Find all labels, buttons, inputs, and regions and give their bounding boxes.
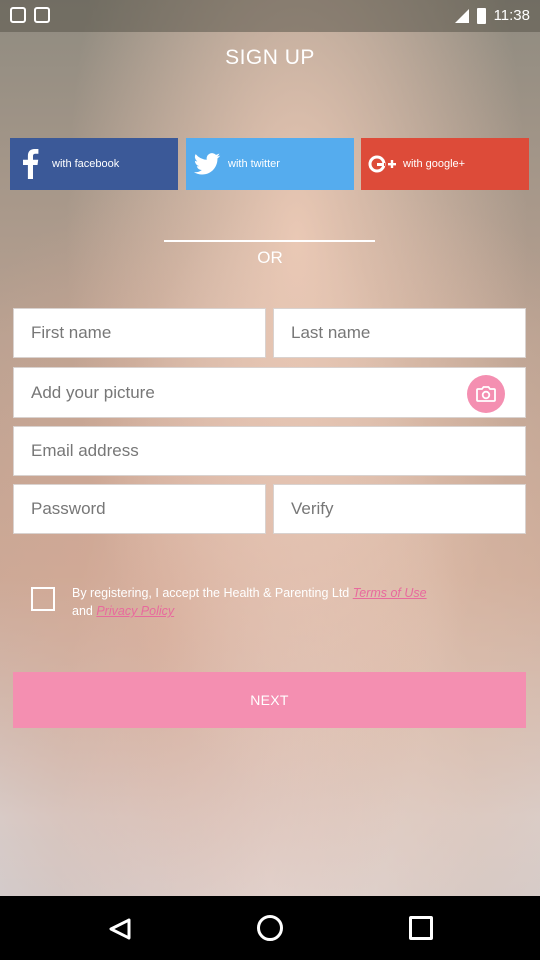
notification-icons [10,7,50,23]
add-picture-field[interactable]: Add your picture [13,367,526,418]
battery-icon [476,7,486,24]
verify-placeholder: Verify [291,499,334,518]
last-name-placeholder: Last name [291,323,371,342]
camera-icon[interactable] [467,375,505,413]
home-icon[interactable] [257,915,283,941]
navigation-bar [0,896,540,960]
first-name-placeholder: First name [31,323,112,342]
notification-icon [10,7,26,23]
verify-password-field[interactable]: Verify [273,484,526,534]
notification-icon [34,7,50,23]
or-divider-text: OR [257,248,283,267]
terms-and: and [72,604,97,618]
google-plus-icon [361,153,403,175]
terms-checkbox[interactable] [31,587,55,611]
password-field[interactable]: Password [13,484,266,534]
status-right: 11:38 [454,7,530,24]
facebook-signup-button[interactable]: with facebook [10,138,178,190]
twitter-signup-button[interactable]: with twitter [186,138,354,190]
google-plus-label: with google+ [403,158,466,170]
signal-icon [454,8,469,23]
twitter-icon [186,153,228,175]
twitter-label: with twitter [228,158,280,170]
recent-apps-icon[interactable] [409,916,433,940]
page-title: SIGN UP [225,46,315,69]
status-bar: 11:38 [0,0,540,32]
password-placeholder: Password [31,499,106,518]
privacy-policy-link[interactable]: Privacy Policy [96,604,174,618]
divider-line [164,240,375,242]
email-field[interactable]: Email address [13,426,526,476]
facebook-icon [10,149,52,179]
first-name-field[interactable]: First name [13,308,266,358]
email-placeholder: Email address [31,441,139,460]
terms-prefix: By registering, I accept the Health & Pa… [72,586,353,600]
status-time: 11:38 [493,7,530,24]
add-picture-placeholder: Add your picture [31,382,155,402]
google-plus-signup-button[interactable]: with google+ [361,138,529,190]
facebook-label: with facebook [52,158,120,170]
last-name-field[interactable]: Last name [273,308,526,358]
terms-of-use-link[interactable]: Terms of Use [353,586,427,600]
terms-text: By registering, I accept the Health & Pa… [72,584,522,620]
back-icon[interactable] [108,918,132,945]
next-button[interactable]: NEXT [13,672,526,728]
